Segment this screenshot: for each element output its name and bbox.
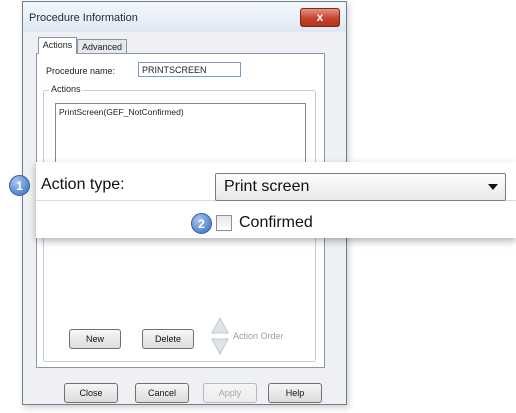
apply-button[interactable]: Apply	[203, 383, 257, 403]
confirmed-checkbox[interactable]	[216, 215, 232, 231]
tab-actions[interactable]: Actions	[38, 37, 77, 54]
procedure-name-label: Procedure name:	[46, 66, 116, 76]
actions-group-legend: Actions	[49, 84, 83, 94]
step-1-number: 1	[16, 179, 23, 193]
step-2-number: 2	[198, 217, 205, 231]
action-order-label: Action Order	[233, 331, 284, 341]
action-type-select[interactable]: Print screen	[215, 173, 506, 201]
new-button-label: New	[85, 334, 104, 344]
confirmed-label[interactable]: Confirmed	[239, 214, 313, 232]
procedure-name-field[interactable]: PRINTSCREEN	[138, 62, 241, 77]
action-order-arrows-icon[interactable]	[211, 316, 229, 356]
cancel-button[interactable]: Cancel	[135, 383, 189, 403]
new-button[interactable]: New	[69, 329, 121, 349]
action-type-label: Action type:	[41, 176, 125, 193]
action-type-selected-value: Print screen	[224, 178, 310, 195]
close-button[interactable]: Close	[64, 383, 118, 403]
help-button[interactable]: Help	[268, 383, 322, 403]
dropdown-arrow-icon	[488, 184, 498, 190]
tab-actions-label: Actions	[42, 40, 73, 50]
dialog-title: Procedure Information	[29, 12, 138, 24]
close-icon: x	[316, 10, 324, 24]
apply-button-label: Apply	[218, 388, 242, 398]
step-2-badge: 2	[191, 213, 212, 234]
delete-button[interactable]: Delete	[142, 329, 194, 349]
list-item[interactable]: PrintScreen(GEF_NotConfirmed)	[59, 107, 184, 117]
tab-advanced[interactable]: Advanced	[77, 39, 127, 54]
procedure-name-value: PRINTSCREEN	[142, 65, 207, 75]
tab-advanced-label: Advanced	[81, 42, 123, 52]
delete-button-label: Delete	[154, 334, 181, 344]
close-button-label: Close	[79, 388, 103, 398]
close-window-button[interactable]: x	[300, 8, 340, 27]
help-button-label: Help	[285, 388, 305, 398]
cancel-button-label: Cancel	[147, 388, 176, 398]
step-1-badge: 1	[9, 175, 30, 196]
actions-listbox[interactable]: PrintScreen(GEF_NotConfirmed)	[55, 103, 306, 163]
title-bar: Procedure Information x	[23, 2, 346, 32]
